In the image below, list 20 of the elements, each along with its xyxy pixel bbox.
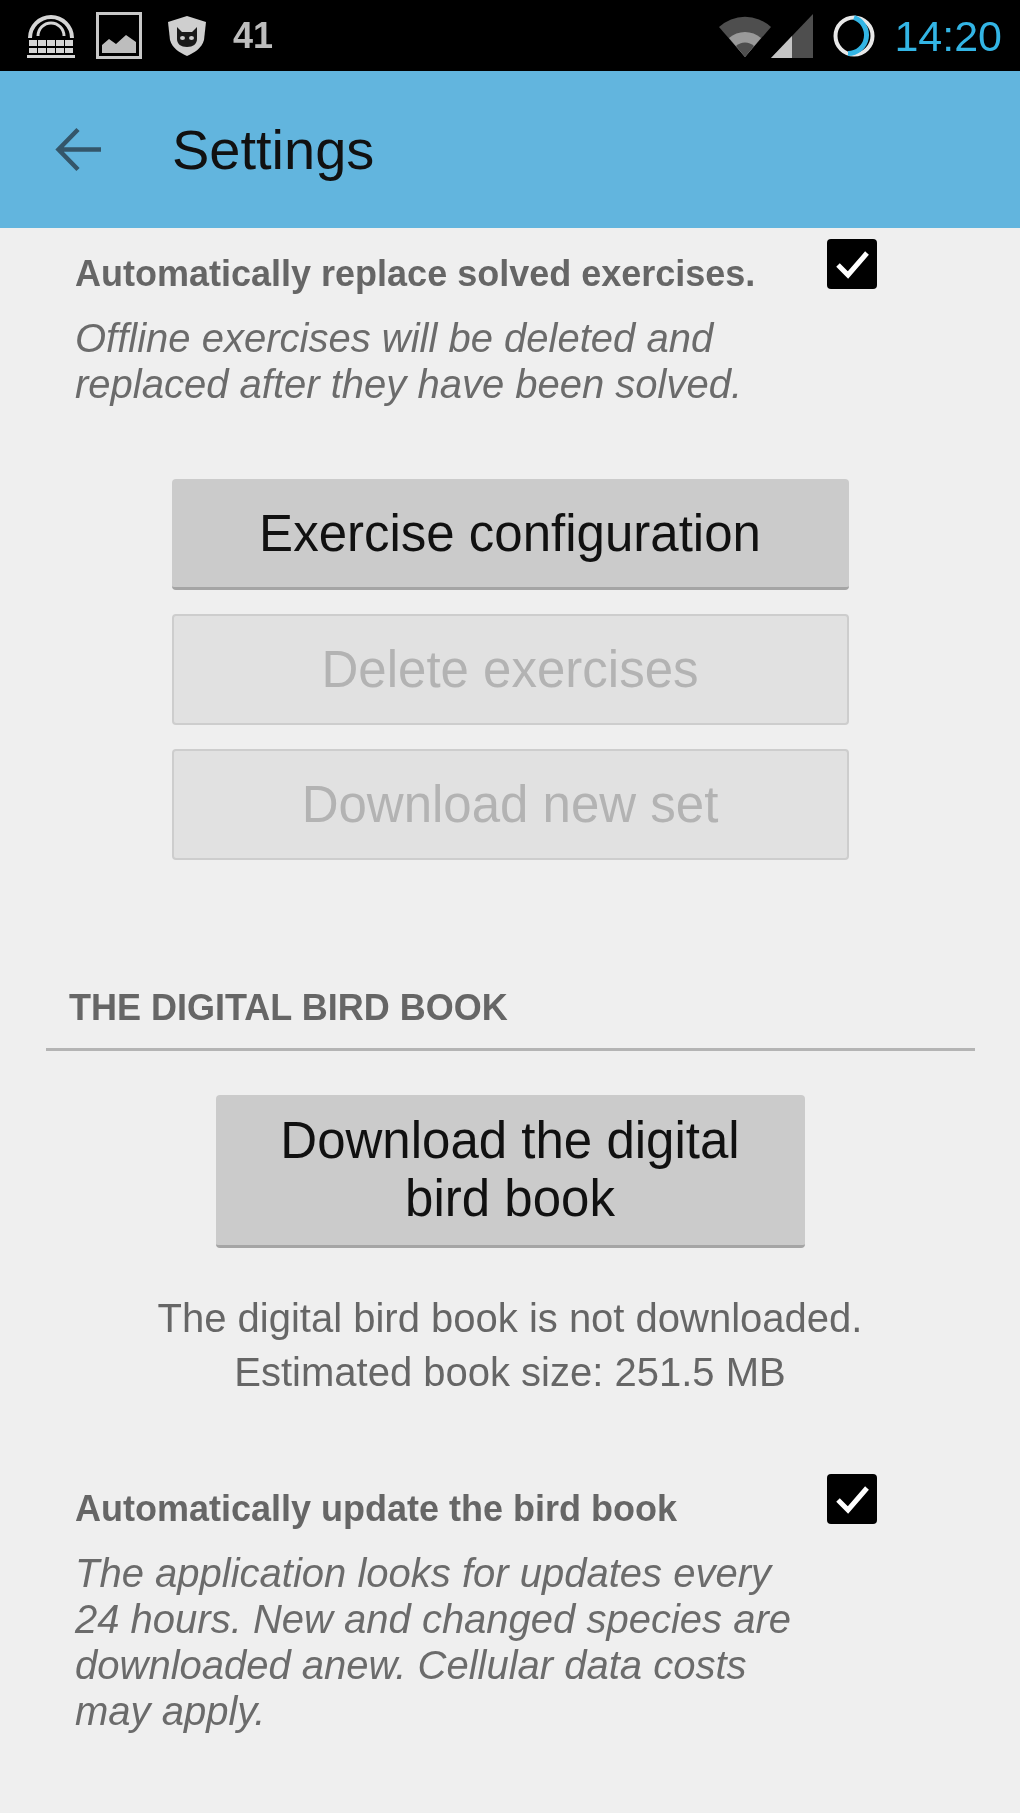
signal-icon (771, 13, 814, 58)
checkbox[interactable] (827, 239, 877, 289)
download-status-text: The digital bird book is not downloaded. Estimated book size: 251.5 MB (156, 1295, 864, 1396)
notification-count: 41 (233, 15, 274, 56)
ring-icon (833, 14, 876, 57)
preference-summary: The application looks for updates every 24 hours. New and changed species are downloaded anew. Cellular data costs may apply. (75, 1550, 792, 1734)
download-book-button[interactable]: Download the digital bird book (215, 1095, 805, 1248)
clock-time: 14:20 (894, 11, 1002, 60)
back-arrow-icon[interactable] (55, 127, 103, 172)
checkbox[interactable] (827, 1474, 877, 1524)
section-header: THE DIGITAL BIRD BOOK (68, 986, 509, 1030)
configuration-button[interactable]: Exercise configuration (171, 479, 849, 590)
shield-icon (168, 15, 206, 56)
preference-title: Automatically update the bird book (75, 1487, 679, 1531)
dome-icon (27, 13, 75, 58)
preference-summary: Offline exercises will be deleted and replaced after they have been solved. (75, 315, 744, 407)
image-icon (96, 12, 142, 59)
wifi-icon (719, 14, 772, 57)
preference-title: Automatically replace solved exercises. (75, 252, 757, 296)
screen-title: Settings (172, 117, 375, 182)
